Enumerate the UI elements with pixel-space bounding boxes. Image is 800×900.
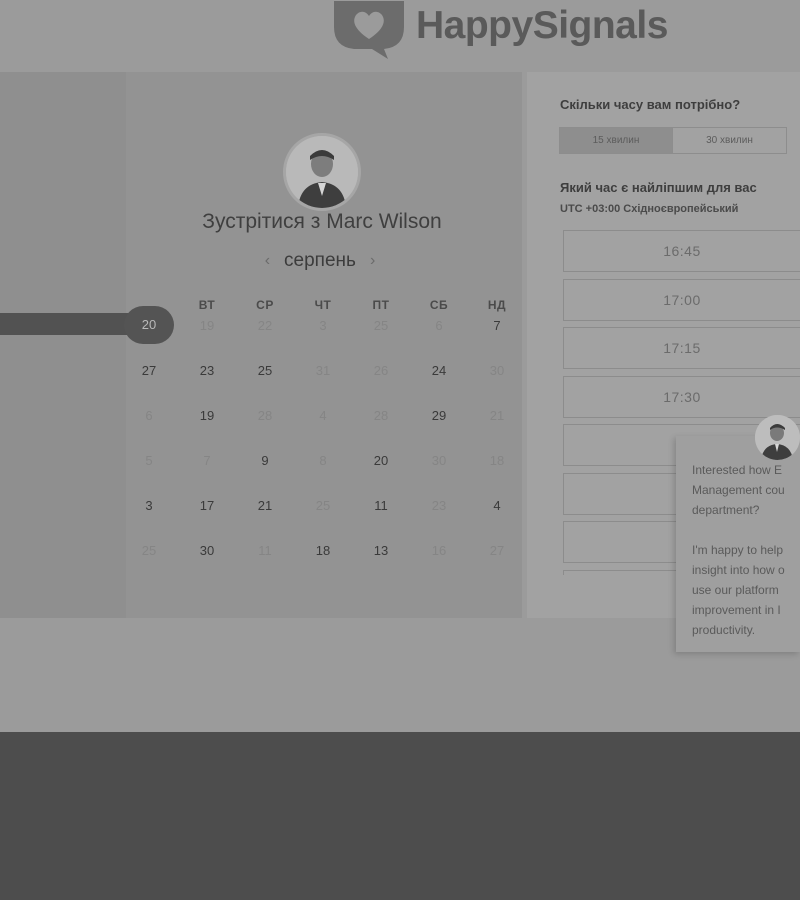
unavailable-day: 30 <box>431 453 447 468</box>
calendar-side-strip <box>0 72 126 618</box>
weekday-label: СР <box>256 298 274 312</box>
chat-agent-avatar[interactable] <box>755 415 800 460</box>
unavailable-day: 6 <box>435 318 443 333</box>
unavailable-day: 19 <box>199 318 215 333</box>
chat-paragraph: Interested how E Management cou department… <box>692 460 800 520</box>
time-slot-button[interactable]: 17:30 <box>563 375 800 418</box>
available-day[interactable]: 30 <box>178 542 236 587</box>
available-day[interactable]: 29 <box>410 407 468 452</box>
heart-chat-icon <box>332 1 406 59</box>
unavailable-day: 31 <box>315 363 331 378</box>
chat-line: insight into how o <box>692 563 785 577</box>
time-slot-button[interactable]: 17:15 <box>563 327 800 369</box>
unavailable-day: 25 <box>315 498 331 513</box>
unavailable-day: 30 <box>489 363 505 378</box>
available-day[interactable]: 3 <box>120 497 178 542</box>
duration-tab[interactable]: 30 хвилин <box>673 127 787 154</box>
available-day[interactable]: 25 <box>236 362 294 407</box>
unavailable-day: 7 <box>203 453 211 468</box>
selected-day-badge[interactable]: 20 <box>124 306 174 344</box>
time-slot-button[interactable]: 17:00 <box>563 278 800 321</box>
unavailable-day: 25 <box>373 318 389 333</box>
available-day[interactable]: 13 <box>352 542 410 587</box>
chat-paragraph: I'm happy to help insight into how o use o… <box>692 540 800 640</box>
unavailable-day: 28 <box>257 408 273 423</box>
weekday-label: ПТ <box>372 298 390 312</box>
time-slot-button[interactable]: 16:45 <box>563 230 800 272</box>
unavailable-day: 11 <box>258 543 272 558</box>
available-day[interactable]: 17 <box>178 497 236 542</box>
available-day[interactable]: 24 <box>410 362 468 407</box>
unavailable-day: 6 <box>145 408 153 423</box>
chat-line: Management cou <box>692 483 785 497</box>
footer-band <box>0 732 800 900</box>
unavailable-day: 23 <box>431 498 447 513</box>
available-day[interactable]: 23 <box>178 362 236 407</box>
unavailable-day: 25 <box>141 543 157 558</box>
unavailable-day: 22 <box>257 318 273 333</box>
weekday-label: СБ <box>429 298 449 312</box>
unavailable-day: 21 <box>489 408 505 423</box>
unavailable-day: 18 <box>489 453 505 468</box>
time-question: Який час є найліпшим для вас <box>560 180 757 195</box>
chat-line: productivity. <box>692 623 756 637</box>
duration-tab[interactable]: 15 хвилин <box>559 127 673 154</box>
chat-line: department? <box>692 503 760 517</box>
chat-line: I'm happy to help <box>692 543 784 557</box>
duration-tabs: 15 хвилин 30 хвилин <box>559 127 800 154</box>
weekday-header: ВТ СР ЧТ ПТ СБ НД <box>120 298 526 312</box>
chat-line: Interested how E <box>692 463 783 477</box>
month-navigator: ‹ серпень › <box>230 250 410 272</box>
available-day[interactable]: 21 <box>236 497 294 542</box>
unavailable-day: 27 <box>489 543 505 558</box>
chevron-right-icon[interactable]: › <box>370 252 375 270</box>
calendar-grid: 19 22 3 25 6 7 27 23 25 31 26 24 30 6 19 28 4 28 29 21 5 7 9 8 2… <box>120 317 526 587</box>
brand-name: HappySignals <box>416 4 668 47</box>
timezone-label[interactable]: UTC +03:00 Східноєвропейський <box>560 203 738 215</box>
available-day[interactable]: 4 <box>468 497 526 542</box>
chat-message: Interested how E Management cou department… <box>692 460 800 640</box>
duration-question: Скільки часу вам потрібно? <box>560 97 741 112</box>
meeting-title: Зустрітися з Marc Wilson <box>202 210 442 233</box>
available-day[interactable]: 19 <box>178 407 236 452</box>
available-day[interactable]: 11 <box>352 497 410 542</box>
available-day[interactable]: 9 <box>236 452 294 497</box>
unavailable-day: 5 <box>145 453 153 468</box>
unavailable-day: 4 <box>319 408 327 423</box>
weekday-label: НД <box>487 298 507 312</box>
available-day[interactable]: 18 <box>294 542 352 587</box>
brand-logo[interactable]: HappySignals <box>332 0 668 60</box>
unavailable-day: 8 <box>319 453 327 468</box>
available-day[interactable]: 20 <box>352 452 410 497</box>
unavailable-day: 16 <box>431 543 447 558</box>
available-day[interactable]: 7 <box>468 317 526 362</box>
available-day[interactable]: 27 <box>120 362 178 407</box>
host-avatar <box>283 133 361 211</box>
weekday-label: ВТ <box>198 298 216 312</box>
chat-line: improvement in I <box>692 603 781 617</box>
chevron-left-icon[interactable]: ‹ <box>265 252 270 270</box>
unavailable-day: 3 <box>319 318 327 333</box>
weekday-label: ЧТ <box>314 298 332 312</box>
unavailable-day: 28 <box>373 408 389 423</box>
unavailable-day: 26 <box>373 363 389 378</box>
month-label: серпень <box>284 250 356 271</box>
chat-line: use our platform <box>692 583 779 597</box>
